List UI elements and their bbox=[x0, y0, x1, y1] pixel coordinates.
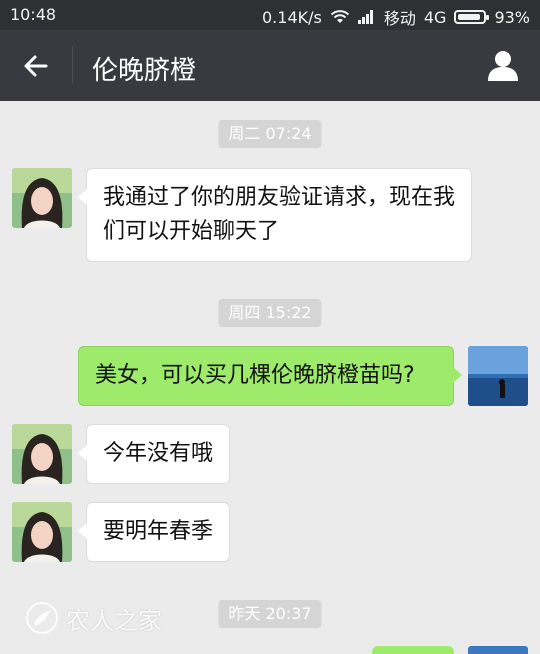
avatar-partial[interactable] bbox=[468, 646, 528, 654]
avatar[interactable] bbox=[12, 424, 72, 484]
battery-fill bbox=[458, 14, 481, 20]
carrier-label: 移动 bbox=[383, 9, 416, 28]
network-type: 4G bbox=[423, 7, 447, 27]
received-message-bubble[interactable]: 今年没有哦 bbox=[77, 424, 231, 484]
avatar[interactable] bbox=[12, 502, 72, 562]
status-time: 10:48 bbox=[10, 5, 57, 24]
received-message-bubble[interactable]: 要明年春季 bbox=[77, 502, 231, 562]
status-bar: 10:48 0.14K/s 移动 4G 93% bbox=[0, 0, 540, 30]
chat-header: 伦晚脐橙 bbox=[0, 30, 540, 101]
timestamp: 周二 07:24 bbox=[218, 120, 322, 148]
contact-avatar-image bbox=[12, 168, 72, 228]
wifi-icon bbox=[330, 10, 350, 23]
received-message-bubble[interactable]: 我通过了你的朋友验证请求，现在我们可以开始聊天了 bbox=[78, 168, 472, 262]
timestamp: 周四 15:22 bbox=[218, 299, 322, 327]
back-arrow-icon[interactable] bbox=[20, 50, 52, 82]
contact-avatar-image bbox=[12, 424, 72, 484]
header-divider bbox=[72, 46, 73, 84]
watermark-text: 农人之家 bbox=[66, 606, 162, 635]
own-avatar-image bbox=[468, 346, 528, 406]
watermark: 农人之家 bbox=[24, 600, 162, 636]
network-speed: 0.14K/s bbox=[262, 7, 322, 27]
contact-avatar-image bbox=[12, 502, 72, 562]
sent-message-bubble[interactable]: 美女，可以买几棵伦晚脐橙苗吗? bbox=[78, 346, 462, 406]
battery-percent: 93% bbox=[494, 7, 530, 27]
farm-logo-icon bbox=[26, 602, 58, 634]
status-right: 0.14K/s 移动 4G 93% bbox=[262, 5, 530, 29]
chat-title: 伦晚脐橙 bbox=[92, 56, 197, 86]
timestamp: 昨天 20:37 bbox=[218, 600, 322, 628]
avatar[interactable] bbox=[468, 346, 528, 406]
signal-icon bbox=[357, 10, 376, 24]
battery-icon bbox=[454, 10, 490, 24]
contact-profile-icon[interactable] bbox=[486, 48, 520, 82]
avatar[interactable] bbox=[12, 168, 72, 228]
sent-message-bubble-partial[interactable] bbox=[372, 646, 454, 654]
